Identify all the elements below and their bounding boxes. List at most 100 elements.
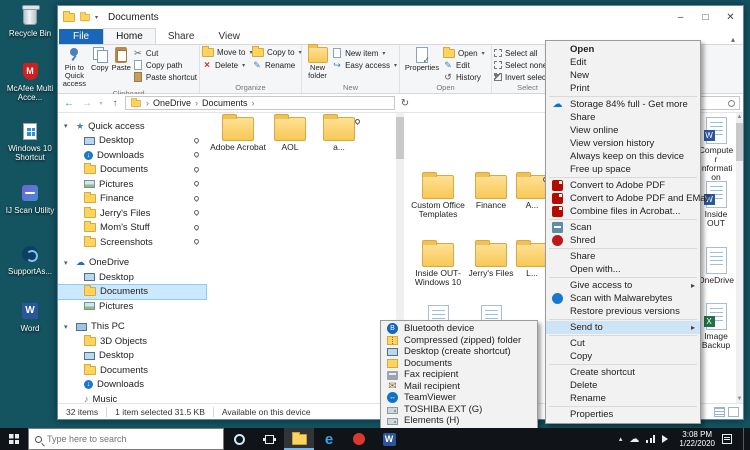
word-button[interactable]: W — [374, 428, 404, 450]
file-item[interactable]: A... — [516, 175, 548, 210]
onedrive-tray-icon[interactable]: ☁ — [629, 434, 639, 445]
nav-item-onedrive[interactable]: ▾☁OneDrive — [58, 256, 206, 271]
network-icon[interactable] — [646, 435, 655, 443]
file-item[interactable]: Inside OUT — [698, 181, 734, 228]
nav-item-screenshots[interactable]: Screenshots — [58, 235, 206, 250]
tab-file[interactable]: File — [59, 29, 103, 44]
edit-button[interactable]: ✎Edit — [443, 59, 485, 71]
menu-item-new[interactable]: New — [546, 69, 700, 82]
tab-share[interactable]: Share — [156, 29, 207, 44]
file-item[interactable]: Inside OUT-Windows 10 — [410, 243, 466, 287]
nav-item-this-pc[interactable]: ▾This PC — [58, 320, 206, 335]
nav-item-3d-objects[interactable]: 3D Objects — [58, 334, 206, 349]
tab-view[interactable]: View — [207, 29, 253, 44]
maximize-button[interactable]: □ — [693, 6, 718, 28]
forward-icon[interactable]: → — [79, 98, 95, 109]
new-item-button[interactable]: New item▾ — [332, 47, 397, 59]
breadcrumb-onedrive[interactable]: OneDrive — [153, 98, 191, 108]
chevron-down-icon[interactable]: ▾ — [64, 122, 72, 130]
menu-item-scan-with-malwarebytes[interactable]: Scan with Malwarebytes — [546, 292, 700, 305]
refresh-icon[interactable]: ↻ — [397, 98, 413, 109]
cut-button[interactable]: ✂Cut — [133, 47, 197, 59]
copy-to-button[interactable]: Copy to▾ — [252, 46, 299, 58]
file-item[interactable]: Image Backup — [698, 303, 734, 350]
large-icons-view-icon[interactable] — [728, 407, 739, 417]
back-icon[interactable]: ← — [61, 98, 77, 109]
up-icon[interactable]: ↑ — [107, 98, 123, 109]
menu-item-convert-to-pdf[interactable]: Convert to Adobe PDF — [546, 179, 700, 192]
nav-item-pc-downloads[interactable]: ↓Downloads — [58, 378, 206, 393]
menu-item-delete[interactable]: Delete — [546, 379, 700, 392]
menu-item-share-onedrive[interactable]: Share — [546, 111, 700, 124]
start-button[interactable] — [0, 428, 28, 450]
menu-item-storage[interactable]: ☁Storage 84% full - Get more — [546, 98, 700, 111]
desktop-icon-scan-utility[interactable]: IJ Scan Utility — [4, 182, 56, 215]
send-to-mail-recipient[interactable]: ✉Mail recipient — [381, 381, 537, 393]
send-to-bluetooth[interactable]: BBluetooth device — [381, 323, 537, 335]
menu-item-convert-to-pdf-email[interactable]: Convert to Adobe PDF and EMail — [546, 192, 700, 205]
quick-access-toolbar-icon[interactable] — [80, 13, 90, 20]
paste-button[interactable]: Paste — [111, 46, 132, 73]
nav-item-finance[interactable]: Finance — [58, 192, 206, 207]
menu-item-view-version-history[interactable]: View version history — [546, 137, 700, 150]
menu-item-cut[interactable]: Cut — [546, 337, 700, 350]
desktop-icon-word[interactable]: Word — [4, 300, 56, 333]
taskbar-clock[interactable]: 3:08 PM 1/22/2020 — [679, 430, 715, 449]
explorer-search-box[interactable] — [700, 96, 740, 110]
nav-item-pc-documents[interactable]: Documents — [58, 363, 206, 378]
nav-item-jerrys-files[interactable]: Jerry's Files — [58, 206, 206, 221]
nav-item-downloads[interactable]: ↓Downloads — [58, 148, 206, 163]
properties-button[interactable]: Properties — [402, 46, 442, 73]
desktop-icon-support-assist[interactable]: SupportAs... — [4, 243, 56, 276]
paste-shortcut-button[interactable]: Paste shortcut — [133, 71, 197, 83]
breadcrumb[interactable]: › OneDrive › Documents › — [125, 96, 395, 110]
breadcrumb-documents[interactable]: Documents — [202, 98, 248, 108]
collapse-ribbon-icon[interactable]: ▴ — [731, 35, 735, 44]
chevron-down-icon[interactable]: ▾ — [64, 323, 72, 331]
desktop-icon-mcafee[interactable]: McAfee Multi Acce... — [4, 60, 56, 102]
qat-dropdown-icon[interactable]: ▾ — [95, 14, 98, 21]
task-view-button[interactable] — [254, 428, 284, 450]
file-item[interactable]: OneDrive — [698, 247, 734, 285]
file-item[interactable]: Adobe Acrobat — [210, 117, 266, 152]
history-button[interactable]: ↺History — [443, 71, 485, 83]
nav-item-desktop[interactable]: Desktop — [58, 134, 206, 149]
menu-item-edit[interactable]: Edit — [546, 56, 700, 69]
menu-item-view-online[interactable]: View online — [546, 124, 700, 137]
tab-home[interactable]: Home — [103, 28, 156, 44]
nav-item-moms-stuff[interactable]: Mom's Stuff — [58, 221, 206, 236]
nav-item-onedrive-desktop[interactable]: Desktop — [58, 270, 206, 285]
menu-item-print[interactable]: Print — [546, 82, 700, 95]
recent-locations-icon[interactable]: ▾ — [97, 100, 105, 107]
menu-item-scan[interactable]: Scan — [546, 221, 700, 234]
file-item[interactable]: Finance — [468, 175, 514, 210]
copy-button[interactable]: Copy — [90, 46, 110, 73]
menu-item-copy[interactable]: Copy — [546, 350, 700, 363]
menu-item-rename[interactable]: Rename — [546, 392, 700, 405]
send-to-zipped-folder[interactable]: Compressed (zipped) folder — [381, 335, 537, 347]
open-button[interactable]: Open▾ — [443, 47, 485, 59]
file-item[interactable]: Jerry's Files — [468, 243, 514, 278]
chevron-down-icon[interactable]: ▾ — [64, 259, 72, 267]
copy-path-button[interactable]: Copy path — [133, 59, 197, 71]
volume-icon[interactable] — [662, 435, 672, 443]
file-item[interactable]: Computer Information — [698, 117, 734, 182]
scrollbar-thumb[interactable] — [396, 117, 404, 159]
nav-item-documents[interactable]: Documents — [58, 163, 206, 178]
desktop-icon-windows10-shortcut[interactable]: Windows 10 Shortcut — [4, 120, 56, 162]
file-item[interactable]: L... — [516, 243, 548, 278]
scroll-down-icon[interactable]: ▼ — [736, 396, 743, 402]
delete-button[interactable]: ×Delete▾ — [202, 59, 251, 71]
send-to-teamviewer[interactable]: ↔TeamViewer — [381, 392, 537, 404]
edge-button[interactable]: e — [314, 428, 344, 450]
scrollbar[interactable]: ▲ ▼ — [736, 113, 743, 403]
show-desktop-button[interactable] — [743, 428, 747, 450]
file-explorer-button[interactable] — [284, 428, 314, 450]
pin-to-quick-access-button[interactable]: Pin to Quick access — [60, 46, 89, 89]
new-folder-button[interactable]: New folder — [304, 46, 331, 81]
rename-button[interactable]: ✎Rename — [252, 59, 299, 71]
file-item[interactable]: AOL — [268, 117, 312, 152]
scroll-up-icon[interactable]: ▲ — [736, 114, 743, 120]
send-to-documents[interactable]: Documents — [381, 358, 537, 370]
nav-item-pc-music[interactable]: ♪Music — [58, 392, 206, 403]
